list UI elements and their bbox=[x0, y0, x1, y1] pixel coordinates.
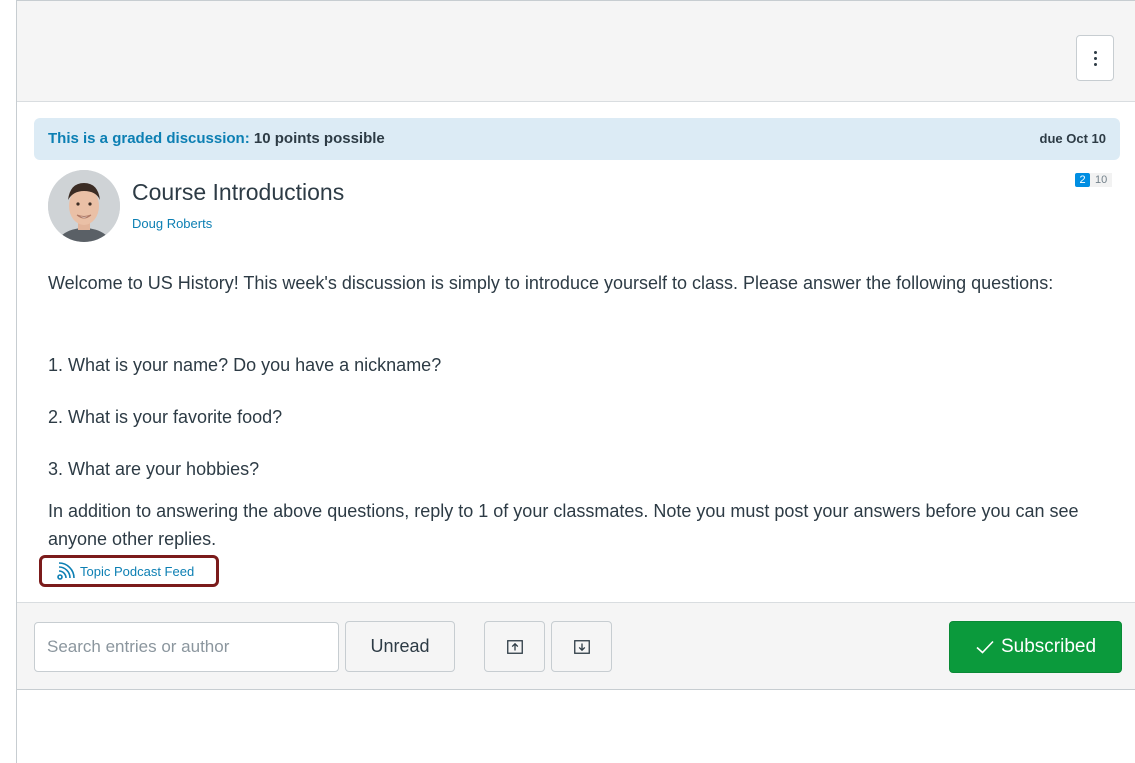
unread-count-badge: 2 bbox=[1075, 173, 1090, 187]
due-date: due Oct 10 bbox=[1039, 131, 1106, 146]
discussion-panel: This is a graded discussion: 10 points p… bbox=[16, 0, 1135, 690]
discussion-page: This is a graded discussion: 10 points p… bbox=[16, 0, 1135, 763]
podcast-link-label: Topic Podcast Feed bbox=[80, 563, 195, 579]
total-count-badge: 10 bbox=[1090, 173, 1113, 187]
collapse-replies-button[interactable] bbox=[484, 621, 545, 672]
rss-feed-icon bbox=[57, 562, 75, 580]
graded-discussion-banner: This is a graded discussion: 10 points p… bbox=[34, 118, 1120, 160]
author-photo bbox=[48, 170, 120, 242]
panel-border bbox=[16, 689, 17, 763]
expand-replies-icon bbox=[573, 639, 590, 654]
message-intro: Welcome to US History! This week's discu… bbox=[48, 273, 1054, 293]
avatar[interactable] bbox=[48, 170, 120, 242]
message-question-3: 3. What are your hobbies? bbox=[48, 459, 260, 479]
kebab-menu-icon bbox=[1093, 50, 1097, 66]
graded-label: This is a graded discussion: bbox=[48, 130, 250, 147]
discussion-toolbar: Unread Subscribed bbox=[17, 602, 1135, 690]
unread-filter-button[interactable]: Unread bbox=[345, 621, 455, 672]
subscribed-label: Subscribed bbox=[1000, 636, 1097, 657]
checkmark-icon bbox=[976, 640, 994, 654]
author-name-link[interactable]: Doug Roberts bbox=[132, 216, 212, 231]
message-note: In addition to answering the above quest… bbox=[48, 501, 1079, 549]
message-question-2: 2. What is your favorite food? bbox=[48, 407, 283, 427]
points-possible: 10 points possible bbox=[253, 130, 385, 147]
message-question-1: 1. What is your name? Do you have a nick… bbox=[48, 355, 442, 375]
settings-menu-button[interactable] bbox=[1076, 35, 1114, 81]
graded-info: This is a graded discussion: 10 points p… bbox=[48, 130, 385, 147]
topic-title: Course Introductions bbox=[132, 179, 345, 205]
header-bar bbox=[17, 1, 1135, 102]
expand-replies-button[interactable] bbox=[551, 621, 612, 672]
topic-podcast-feed-link[interactable]: Topic Podcast Feed bbox=[39, 555, 219, 587]
subscribed-button[interactable]: Subscribed bbox=[949, 621, 1122, 673]
reply-counts: 2 10 bbox=[1075, 173, 1113, 187]
search-input[interactable] bbox=[34, 622, 339, 672]
collapse-replies-icon bbox=[506, 639, 523, 654]
